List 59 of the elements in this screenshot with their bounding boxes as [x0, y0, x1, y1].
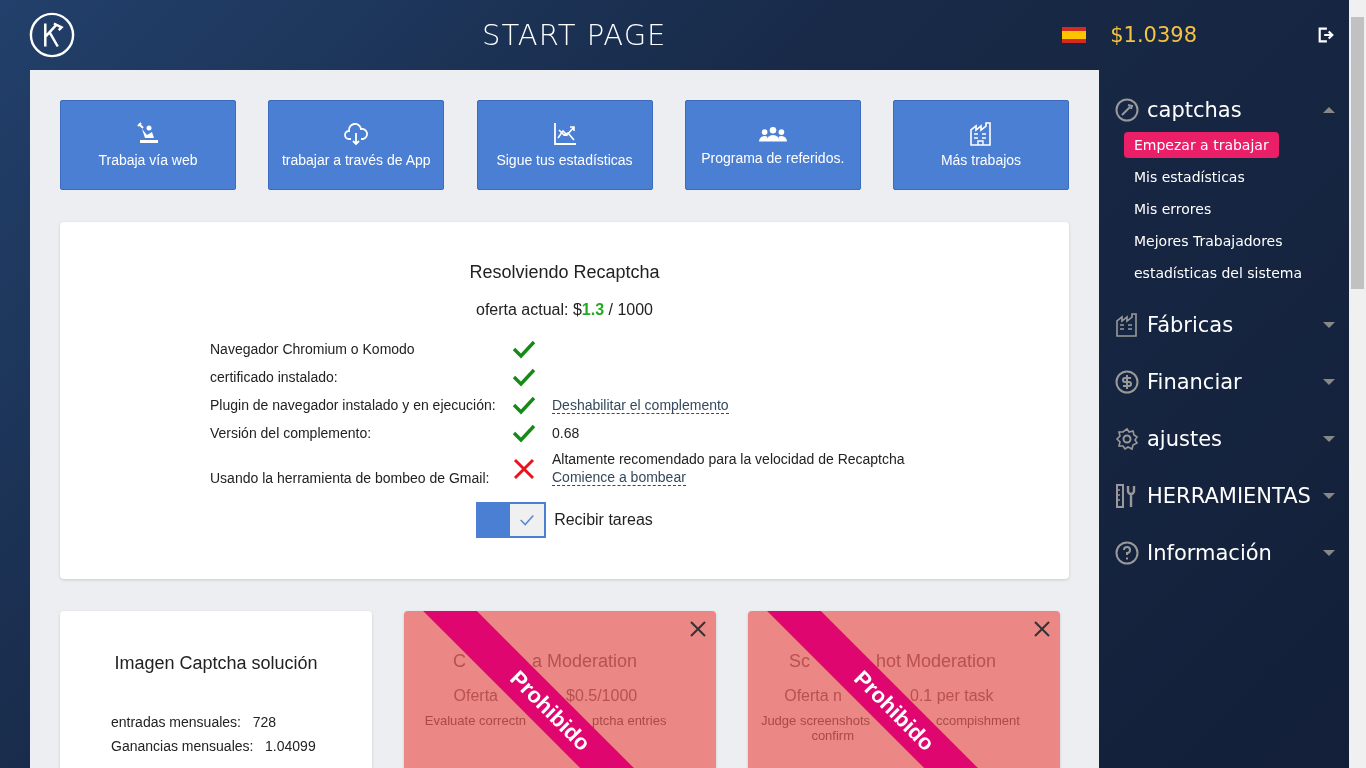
- settings-icon: [1115, 427, 1139, 451]
- cloud-download-icon: [343, 122, 370, 146]
- card-title: Imagen Captcha solución: [113, 653, 319, 674]
- menu-item[interactable]: estadísticas del sistema: [1124, 260, 1313, 286]
- chart-icon: [552, 122, 577, 146]
- requirement-label: Versión del complemento:: [210, 425, 373, 441]
- caret-icon: [1323, 322, 1335, 328]
- gauge-icon: [1115, 98, 1139, 122]
- people-icon: [758, 124, 787, 144]
- menu-item[interactable]: Mejores Trabajadores: [1124, 228, 1293, 254]
- factory-icon: [1115, 313, 1139, 337]
- toggle-switch[interactable]: [476, 502, 547, 538]
- caret-icon: [1323, 379, 1335, 385]
- action-link[interactable]: Deshabilitar el complemento: [552, 396, 729, 414]
- work-option-button[interactable]: Sigue tus estadísticas: [476, 100, 653, 190]
- card-title: Resolviendo Recaptcha: [469, 262, 660, 283]
- job-text: ccompishment: [936, 713, 1020, 728]
- balance-amount: $1.0398: [1110, 23, 1197, 47]
- menu-item[interactable]: Empezar a trabajar: [1124, 132, 1279, 158]
- stat-text: Ganancias mensuales: 1.04099: [111, 738, 317, 754]
- requirement-label: certificado instalado:: [210, 369, 339, 385]
- requirement-label: Navegador Chromium o Komodo: [210, 341, 416, 357]
- caret-icon: [1323, 107, 1335, 113]
- close-icon[interactable]: [690, 621, 706, 637]
- dollar-icon: [1115, 370, 1139, 394]
- job-text: ptcha entries: [592, 713, 667, 728]
- requirement-label: Usando la herramienta de bombeo de Gmail:: [210, 470, 491, 486]
- stat-text: entradas mensuales: 728: [111, 714, 277, 730]
- menu-section[interactable]: Financiar: [1099, 364, 1349, 400]
- work-option-button[interactable]: Programa de referidos.: [684, 100, 861, 190]
- menu-section[interactable]: Información: [1099, 535, 1349, 571]
- logout-icon[interactable]: [1317, 26, 1335, 44]
- worker-icon: [136, 122, 160, 146]
- caret-icon: [1323, 436, 1335, 442]
- requirement-value: Altamente recomendado para la velocidad de Recaptcha: [552, 451, 905, 467]
- action-link[interactable]: Comience a bombear: [552, 469, 686, 486]
- close-icon[interactable]: [1034, 621, 1050, 637]
- requirement-label: Plugin de navegador instalado y en ejecución:: [210, 397, 497, 413]
- menu-item[interactable]: Mis errores: [1124, 196, 1222, 222]
- menu-section[interactable]: Fábricas: [1099, 307, 1349, 343]
- menu-item[interactable]: Mis estadísticas: [1124, 164, 1255, 190]
- factory-icon: [969, 122, 993, 146]
- requirement-value: 0.68: [552, 425, 580, 441]
- job-text: confirm: [811, 728, 854, 743]
- toggle-label: Recibir tareas: [554, 511, 653, 529]
- caret-icon: [1323, 493, 1335, 499]
- spain-flag-icon[interactable]: [1062, 27, 1087, 43]
- logo-icon[interactable]: [29, 12, 75, 58]
- work-option-button[interactable]: Trabaja vía web: [60, 100, 236, 190]
- work-option-button[interactable]: trabajar a través de App: [268, 100, 445, 190]
- help-icon: [1115, 541, 1139, 565]
- scrollbar[interactable]: [1349, 0, 1366, 768]
- caret-icon: [1323, 550, 1335, 556]
- work-option-button[interactable]: Más trabajos: [893, 100, 1069, 190]
- menu-section[interactable]: HERRAMIENTAS: [1099, 478, 1349, 514]
- offer-text: oferta actual: $1.3 / 1000: [476, 301, 653, 319]
- menu-section[interactable]: ajustes: [1099, 421, 1349, 457]
- page-title: START PAGE: [482, 18, 667, 52]
- menu-section[interactable]: captchas: [1099, 92, 1349, 128]
